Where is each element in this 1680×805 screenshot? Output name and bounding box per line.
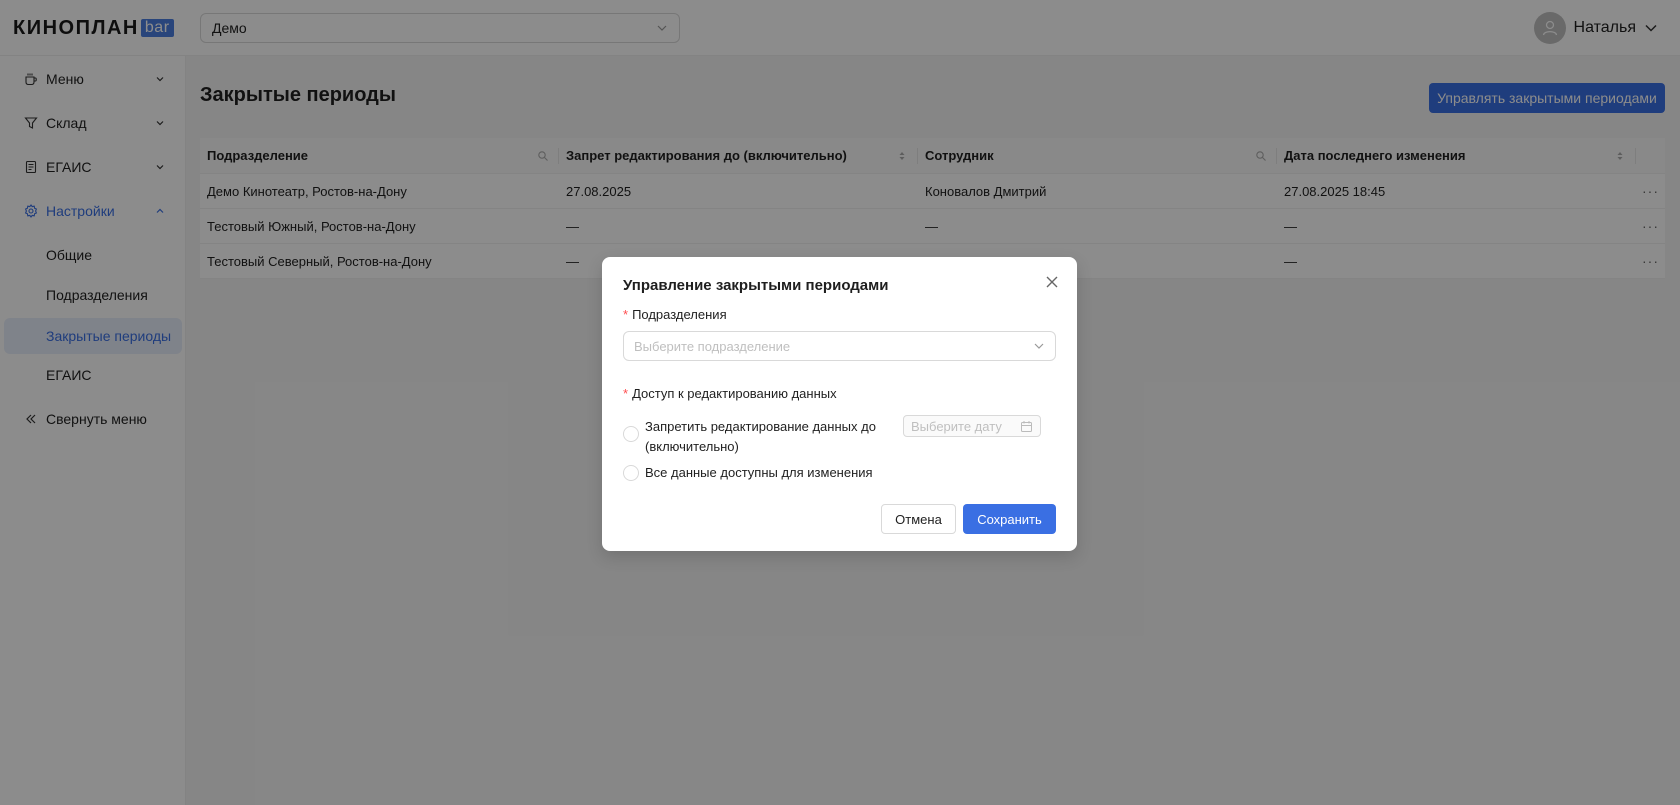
all-editable-label: Все данные доступны для изменения	[645, 465, 873, 480]
chevron-down-icon	[1034, 343, 1044, 349]
all-editable-option[interactable]: Все данные доступны для изменения	[623, 464, 873, 482]
close-icon[interactable]	[1044, 274, 1060, 290]
date-picker-placeholder: Выберите дату	[911, 418, 1002, 434]
restrict-radio[interactable]	[623, 426, 639, 442]
date-picker-input[interactable]: Выберите дату	[903, 415, 1041, 437]
departments-select-placeholder: Выберите подразделение	[634, 338, 791, 354]
departments-select[interactable]: Выберите подразделение	[623, 331, 1056, 361]
all-editable-radio[interactable]	[623, 465, 639, 481]
save-button[interactable]: Сохранить	[963, 504, 1056, 534]
departments-label: * Подразделения	[623, 307, 727, 322]
restrict-option-label: Запретить редактирование данных до (вклю…	[645, 419, 876, 454]
cancel-button[interactable]: Отмена	[881, 504, 956, 534]
restrict-option[interactable]: Запретить редактирование данных до (вклю…	[623, 417, 876, 457]
modal-title: Управление закрытыми периодами	[623, 277, 889, 294]
calendar-icon	[1021, 420, 1032, 432]
access-label: * Доступ к редактированию данных	[623, 386, 837, 401]
required-mark: *	[623, 386, 629, 401]
closed-periods-modal: Управление закрытыми периодами * Подразде…	[602, 257, 1077, 551]
required-mark: *	[623, 307, 629, 322]
